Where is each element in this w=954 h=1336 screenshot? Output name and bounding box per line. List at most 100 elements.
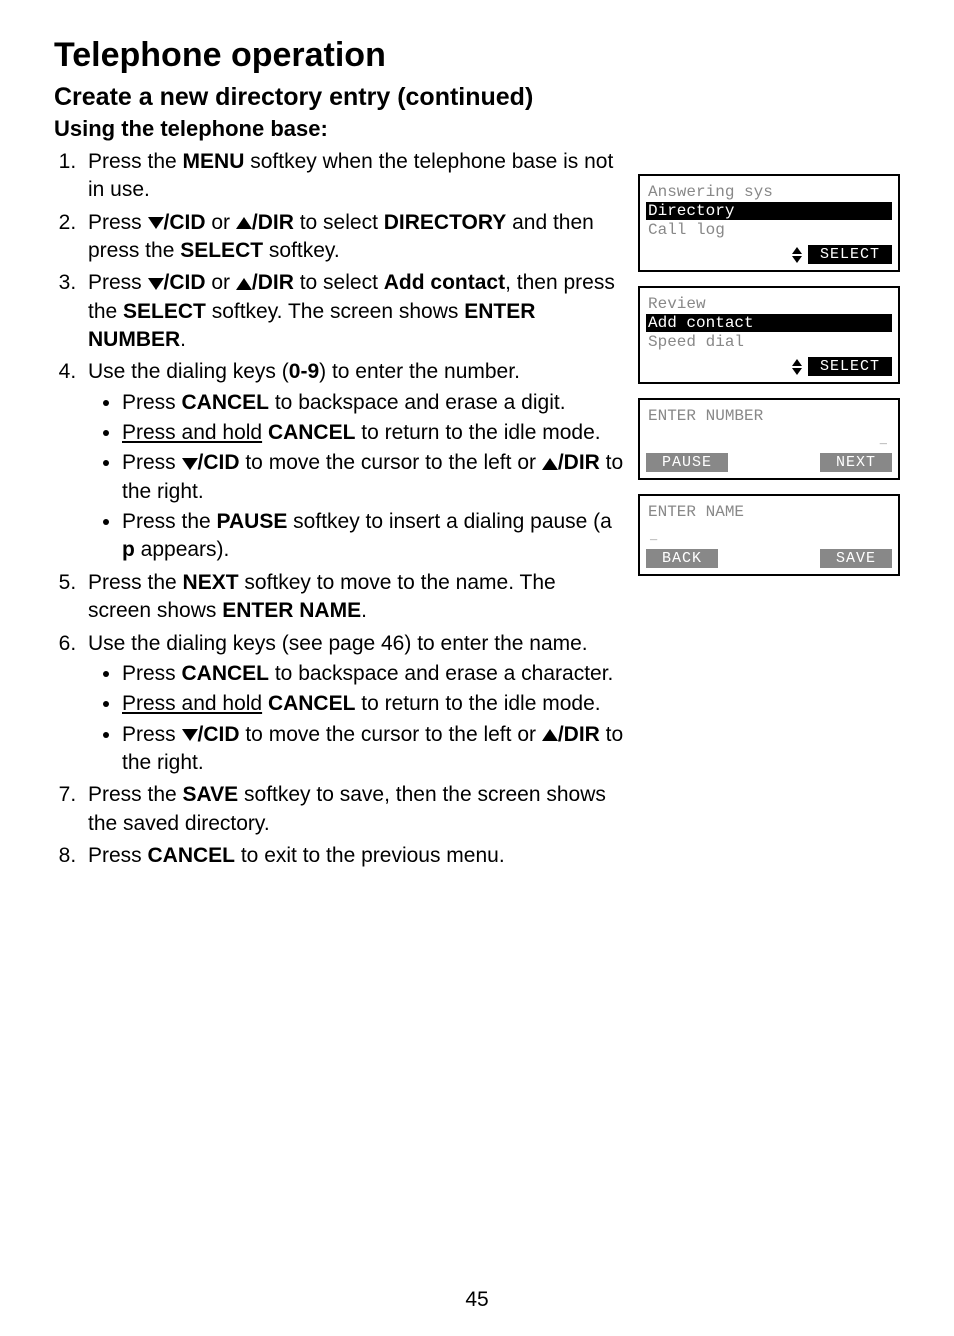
screen-add-contact-menu: Review Add contact Speed dial SELECT [638,286,900,384]
dir-label: /DIR [558,451,600,474]
text: softkey to insert a dialing pause (a [287,510,612,533]
screens-column: Answering sys Directory Call log SELECT … [638,174,900,590]
dir-label: /DIR [558,723,600,746]
up-arrow-icon [236,217,252,229]
cid-label: /CID [198,451,240,474]
text: Press the [88,150,183,173]
cursor-icon: _ [646,529,892,543]
menu-label: MENU [183,150,245,173]
step-1: Press the MENU softkey when the telephon… [82,148,624,205]
menu-row: Speed dial [646,333,892,351]
next-softkey: NEXT [820,453,892,472]
text: or [206,211,236,234]
step-6: Use the dialing keys (see page 46) to en… [82,630,624,778]
text: to return to the idle mode. [355,692,600,715]
text: to select [294,271,384,294]
step-5: Press the NEXT softkey to move to the na… [82,569,624,626]
menu-row: Review [646,295,892,313]
screen-enter-name: ENTER NAME _ BACK SAVE [638,494,900,576]
select-softkey: SELECT [808,357,892,376]
select-softkey: SELECT [808,245,892,264]
dir-label: /DIR [252,211,294,234]
step-4-bullet-2: Press and hold CANCEL to return to the i… [122,419,624,447]
cursor-icon: _ [646,433,892,447]
text: Press [88,271,148,294]
text: Press [122,451,182,474]
text: Press [88,844,148,867]
up-arrow-icon [236,278,252,290]
cancel-label: CANCEL [182,662,270,685]
step-4-bullet-1: Press CANCEL to backspace and erase a di… [122,389,624,417]
step-4-bullet-3: Press /CID to move the cursor to the lef… [122,449,624,506]
p-label: p [122,538,135,561]
down-arrow-icon [182,729,198,741]
add-contact-label: Add contact [384,271,505,294]
cid-label: /CID [164,211,206,234]
text: to backspace and erase a digit. [269,391,566,414]
dir-label: /DIR [252,271,294,294]
text: softkey. The screen shows [206,300,464,323]
text: appears). [135,538,230,561]
text: or [206,271,236,294]
text: Press [122,662,182,685]
cid-label: /CID [198,723,240,746]
cancel-label: CANCEL [268,692,356,715]
menu-row: Call log [646,221,892,239]
text: Press the [122,510,217,533]
step-2: Press /CID or /DIR to select DIRECTORY a… [82,209,624,266]
directory-label: DIRECTORY [384,211,507,234]
text: ) to enter the number. [319,360,520,383]
down-arrow-icon [148,217,164,229]
up-arrow-icon [542,729,558,741]
page-number: 45 [0,1288,954,1312]
text: to return to the idle mode. [355,421,600,444]
step-6-bullet-1: Press CANCEL to backspace and erase a ch… [122,660,624,688]
page-subsubtitle: Using the telephone base: [54,116,900,142]
updown-icon [792,247,802,263]
text: to move the cursor to the left or [240,723,542,746]
screen-enter-number: ENTER NUMBER _ PAUSE NEXT [638,398,900,480]
screen-title: ENTER NUMBER [646,407,892,425]
step-6-bullet-2: Press and hold CANCEL to return to the i… [122,690,624,718]
pause-softkey: PAUSE [646,453,728,472]
text: Use the dialing keys ( [88,360,289,383]
up-arrow-icon [542,458,558,470]
menu-row: Answering sys [646,183,892,201]
down-arrow-icon [182,458,198,470]
select-label: SELECT [180,239,263,262]
screen-title: ENTER NAME [646,503,892,521]
step-7: Press the SAVE softkey to save, then the… [82,781,624,838]
step-4-bullet-4: Press the PAUSE softkey to insert a dial… [122,508,624,565]
instructions-column: Press the MENU softkey when the telephon… [54,148,624,874]
enter-name-label: ENTER NAME [222,599,361,622]
cancel-label: CANCEL [182,391,270,414]
text: softkey. [263,239,340,262]
text: . [361,599,367,622]
cancel-label: CANCEL [148,844,236,867]
text: to select [294,211,384,234]
save-label: SAVE [183,783,239,806]
text: to exit to the previous menu. [235,844,505,867]
save-softkey: SAVE [820,549,892,568]
down-arrow-icon [148,278,164,290]
next-label: NEXT [183,571,239,594]
text: to move the cursor to the left or [240,451,542,474]
text: to backspace and erase a character. [269,662,613,685]
text: . [180,328,186,351]
menu-row-selected: Directory [646,202,892,220]
step-3: Press /CID or /DIR to select Add contact… [82,269,624,354]
text: Press and hold [122,421,262,444]
pause-label: PAUSE [217,510,288,533]
step-4: Use the dialing keys (0-9) to enter the … [82,358,624,564]
text: Press [122,391,182,414]
screen-directory-menu: Answering sys Directory Call log SELECT [638,174,900,272]
text: Press the [88,783,183,806]
step-8: Press CANCEL to exit to the previous men… [82,842,624,870]
text: Press the [88,571,183,594]
page-subtitle: Create a new directory entry (continued) [54,83,900,112]
select-label: SELECT [123,300,206,323]
menu-row-selected: Add contact [646,314,892,332]
step-6-bullet-3: Press /CID to move the cursor to the lef… [122,721,624,778]
text: Press [122,723,182,746]
keys-label: 0-9 [289,360,319,383]
